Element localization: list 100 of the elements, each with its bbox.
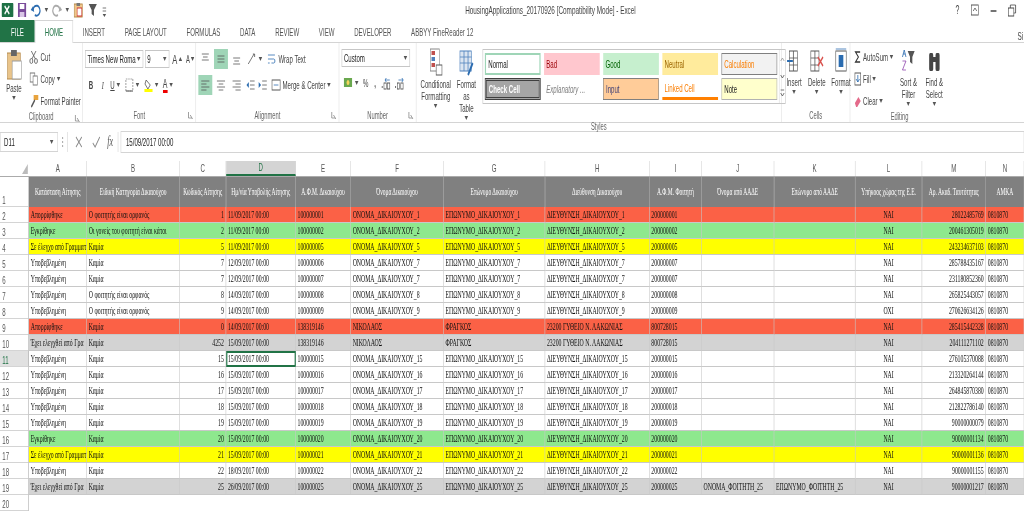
- row-number[interactable]: 4: [0, 239, 29, 255]
- ribbon-tab[interactable]: DEVELOPER: [344, 20, 402, 42]
- cell-style-swatch[interactable]: Explanatory ...: [543, 78, 600, 100]
- ribbon-tab[interactable]: HOME: [34, 20, 73, 43]
- cut-button[interactable]: Cut: [27, 47, 83, 67]
- undo-icon[interactable]: [30, 2, 42, 18]
- caret-icon: [889, 54, 894, 60]
- row-number[interactable]: 14: [0, 399, 29, 415]
- wrap-text-button[interactable]: Wrap Text: [265, 49, 307, 69]
- fill-button[interactable]: Fill: [852, 69, 896, 89]
- active-cell[interactable]: 15/09/2017 00:00: [226, 351, 296, 367]
- cell-style-swatch[interactable]: Neutral: [662, 53, 718, 75]
- column-letter[interactable]: H: [545, 161, 650, 176]
- font-size-field[interactable]: 9: [145, 50, 170, 68]
- bold-button[interactable]: B: [85, 75, 97, 95]
- column-letter[interactable]: J: [701, 161, 775, 176]
- cell-style-swatch[interactable]: Good: [603, 53, 659, 75]
- underline-button[interactable]: U: [109, 75, 122, 95]
- filter-icon[interactable]: [87, 2, 99, 18]
- row-number[interactable]: 8: [0, 303, 29, 319]
- column-letter[interactable]: G: [443, 161, 546, 176]
- row-number[interactable]: 1: [0, 177, 29, 207]
- clear-button[interactable]: Clear: [852, 91, 896, 111]
- insert-button[interactable]: Insert: [784, 47, 804, 95]
- font-name-field[interactable]: Times New Roma: [85, 50, 144, 68]
- ribbon-tab[interactable]: REVIEW: [265, 20, 309, 42]
- row-number[interactable]: 9: [0, 319, 29, 335]
- font-color-button[interactable]: A: [161, 75, 175, 95]
- row-number[interactable]: 7: [0, 287, 29, 303]
- format-button[interactable]: Format: [829, 47, 853, 95]
- column-letter[interactable]: E: [295, 161, 351, 176]
- sign-in-link[interactable]: Si: [1017, 30, 1024, 42]
- ribbon-tab[interactable]: PAGE LAYOUT: [114, 20, 177, 42]
- row-number[interactable]: 3: [0, 223, 29, 239]
- italic-button[interactable]: I: [98, 75, 108, 95]
- column-letter[interactable]: F: [350, 161, 444, 176]
- row-number[interactable]: 13: [0, 383, 29, 399]
- column-letter[interactable]: N: [986, 161, 1024, 176]
- ribbon-tab[interactable]: ABBYY FineReader 12: [401, 20, 484, 42]
- align-left-button[interactable]: [198, 75, 213, 95]
- row-number[interactable]: 18: [0, 463, 29, 479]
- delete-button[interactable]: Delete: [806, 47, 828, 95]
- row-number[interactable]: 10: [0, 335, 29, 351]
- redo-icon[interactable]: [51, 2, 63, 18]
- row-number[interactable]: 2: [0, 207, 29, 223]
- table-cell: ΟΝΟΜΑ_ΔΙΚΑΙΟΥΧΟΥ_25: [350, 479, 444, 495]
- comma-style-button[interactable]: ,: [371, 73, 379, 93]
- column-letter[interactable]: M: [922, 161, 986, 176]
- help-button[interactable]: ?: [951, 3, 963, 17]
- formula-input-field[interactable]: 15/09/2017 00:00: [120, 131, 1024, 153]
- row-number[interactable]: 20: [0, 495, 29, 511]
- ribbon-tab[interactable]: DATA: [230, 20, 266, 42]
- row-number[interactable]: 12: [0, 367, 29, 383]
- ribbon-tab[interactable]: FILE: [0, 20, 35, 42]
- save-icon[interactable]: [16, 2, 28, 18]
- paste-button[interactable]: Paste: [2, 47, 26, 101]
- decrease-font-size-button[interactable]: A: [184, 49, 196, 69]
- column-letter[interactable]: L: [855, 161, 923, 176]
- row-number[interactable]: 19: [0, 479, 29, 495]
- percent-button[interactable]: %: [361, 73, 370, 93]
- cell-style-swatch[interactable]: Normal: [484, 53, 541, 75]
- cell-style-swatch[interactable]: Input: [603, 78, 659, 100]
- row-number[interactable]: 17: [0, 447, 29, 463]
- column-letter[interactable]: I: [649, 161, 702, 176]
- column-letter[interactable]: B: [87, 161, 180, 176]
- format-as-table-button[interactable]: Format as Table: [455, 47, 478, 121]
- sort-filter-button[interactable]: Sort & Filter: [897, 47, 920, 107]
- insert-function-button[interactable]: fx: [107, 134, 114, 150]
- column-header: Ημ/νία Υποβολής Αίτησης: [226, 177, 296, 207]
- middle-align-button[interactable]: [214, 49, 228, 69]
- row-number[interactable]: 16: [0, 431, 29, 447]
- find-select-button[interactable]: Find & Select: [921, 47, 947, 107]
- window-title: HousingApplications_20170926 [Compatibility Mode] - Excel: [465, 4, 637, 16]
- format-painter-button[interactable]: Format Painter: [27, 91, 83, 111]
- copy-button[interactable]: Copy: [27, 69, 83, 89]
- column-letter[interactable]: A: [29, 161, 87, 176]
- row-number[interactable]: 6: [0, 271, 29, 287]
- cell-style-swatch[interactable]: Note: [721, 78, 778, 100]
- column-letter[interactable]: D: [226, 161, 296, 176]
- ribbon-tab[interactable]: FORMULAS: [176, 20, 231, 42]
- conditional-formatting-button[interactable]: Conditional Formatting: [418, 47, 453, 109]
- decrease-decimal-icon[interactable]: [393, 76, 406, 90]
- column-letter[interactable]: K: [774, 161, 856, 176]
- drag-handle-icon[interactable]: [60, 134, 65, 150]
- caret-icon: [136, 56, 141, 62]
- ribbon-tab[interactable]: INSERT: [72, 20, 115, 42]
- name-box[interactable]: D11: [0, 132, 58, 152]
- number-format-field[interactable]: Custom: [341, 49, 411, 67]
- spreadsheet-app-icon[interactable]: [1, 2, 14, 18]
- row-number[interactable]: 5: [0, 255, 29, 271]
- ribbon-tab[interactable]: VIEW: [309, 20, 345, 42]
- column-header: Κωδικός Αίτησης: [179, 177, 227, 207]
- column-letter[interactable]: C: [179, 161, 227, 176]
- column-header: Όνομα από ΑΑΔΕ: [701, 177, 775, 207]
- autosum-button[interactable]: AutoSum: [852, 47, 896, 67]
- merge-center-button[interactable]: Merge & Center: [269, 75, 333, 95]
- row-number[interactable]: 11: [0, 351, 29, 367]
- row-number[interactable]: 15: [0, 415, 29, 431]
- increase-font-size-button[interactable]: A: [171, 49, 184, 69]
- cell-style-swatch[interactable]: Bad: [543, 53, 600, 75]
